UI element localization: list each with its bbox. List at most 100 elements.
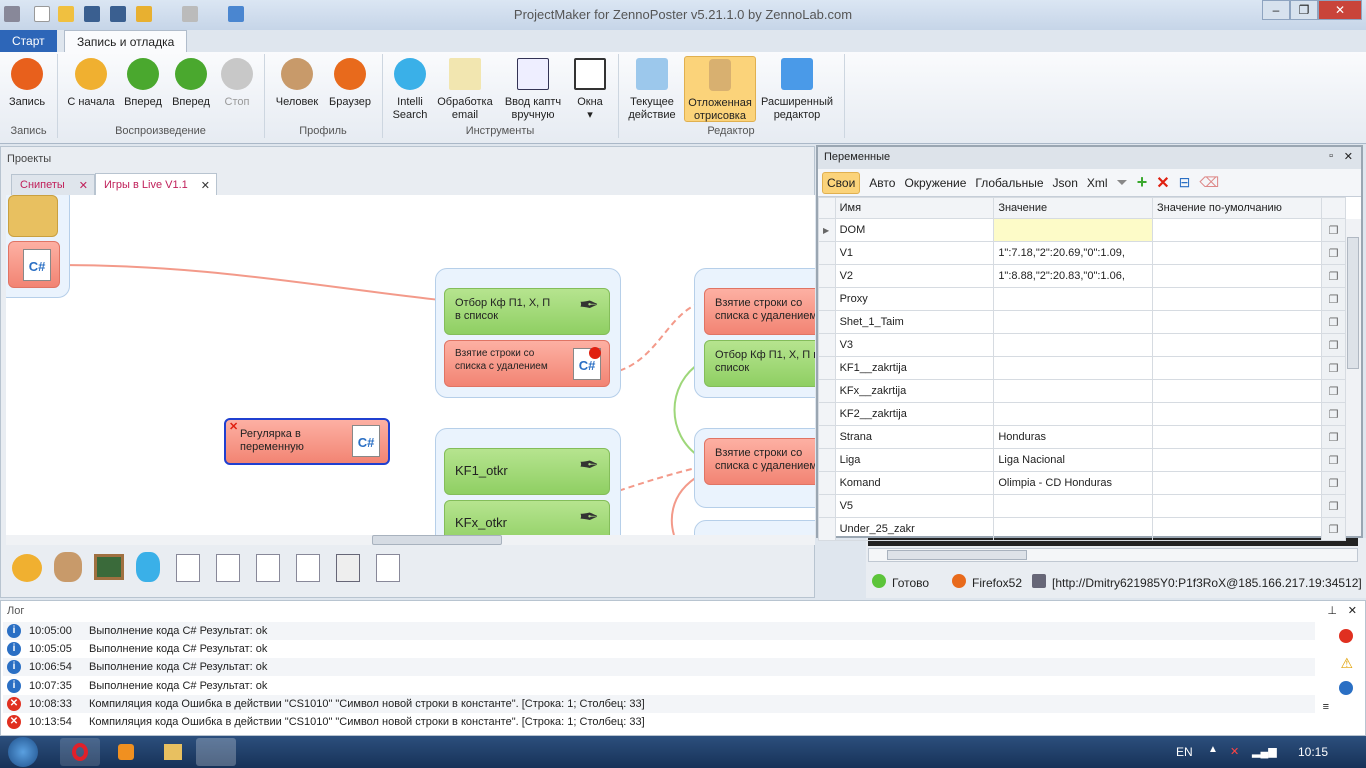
- log-entry[interactable]: i 10:07:35 Выполнение кода C# Результат:…: [3, 677, 1315, 695]
- intelli-icon[interactable]: [136, 552, 160, 582]
- browser-scrollbar[interactable]: [868, 548, 1358, 562]
- captcha-button[interactable]: Ввод каптч вручную: [500, 56, 566, 122]
- list-icon[interactable]: [176, 554, 200, 582]
- copy-icon[interactable]: ❐: [1321, 218, 1346, 242]
- action-node[interactable]: Отбор Кф П1, X, П в список ✒: [444, 288, 610, 335]
- action-node[interactable]: KF1_otkr ✒: [444, 448, 610, 495]
- column-header[interactable]: Значение: [993, 197, 1154, 219]
- column-header[interactable]: Имя: [834, 197, 995, 219]
- variable-row[interactable]: KFx__zakrtija ❐: [818, 379, 1346, 403]
- variable-name[interactable]: DOM: [834, 218, 995, 242]
- variable-value[interactable]: [993, 333, 1154, 357]
- regex-node[interactable]: ✕ Регулярка в переменную C#: [224, 418, 390, 465]
- tab-snippets[interactable]: Снипеты ✕: [11, 174, 95, 196]
- browser-button[interactable]: Браузер: [326, 56, 374, 109]
- settings-gears-icon[interactable]: [12, 554, 42, 582]
- action-node[interactable]: Взятие строки со списка с удалением: [704, 438, 815, 485]
- list-icon[interactable]: [296, 554, 320, 582]
- log-entry[interactable]: i 10:05:00 Выполнение кода C# Результат:…: [3, 622, 1315, 640]
- variable-default[interactable]: [1152, 471, 1323, 495]
- variable-row[interactable]: Komand Olimpia - CD Honduras ❐: [818, 471, 1346, 495]
- variable-default[interactable]: [1152, 241, 1323, 265]
- copy-icon[interactable]: ❐: [1321, 310, 1346, 334]
- action-node[interactable]: Взятие строки со списка с удалением: [704, 288, 815, 335]
- variable-value[interactable]: Olimpia - CD Honduras: [993, 471, 1154, 495]
- copy-icon[interactable]: ❐: [1321, 494, 1346, 518]
- horizontal-scrollbar[interactable]: [6, 535, 815, 545]
- log-entry[interactable]: i 10:05:05 Выполнение кода C# Результат:…: [3, 640, 1315, 658]
- variable-default[interactable]: [1152, 287, 1323, 311]
- log-entry[interactable]: i 10:06:54 Выполнение кода C# Результат:…: [3, 658, 1315, 677]
- variable-default[interactable]: [1152, 356, 1323, 380]
- copy-icon[interactable]: ❐: [1321, 356, 1346, 380]
- tab-xml[interactable]: Xml: [1087, 176, 1108, 190]
- deferred-render-button[interactable]: Отложенная отрисовка: [684, 56, 756, 122]
- variable-row[interactable]: ▶ DOM ❐: [818, 218, 1346, 242]
- close-icon[interactable]: ✕: [79, 179, 88, 192]
- tab-start[interactable]: Старт: [0, 30, 57, 52]
- stop-button[interactable]: Стоп: [218, 56, 256, 109]
- variable-value[interactable]: 1":8.88,"2":20.83,"0":1.06,: [993, 264, 1154, 288]
- eraser-icon[interactable]: ⌫: [1199, 174, 1219, 191]
- current-action-button[interactable]: Текущее действие: [624, 56, 680, 122]
- maximize-icon[interactable]: ▫: [1329, 150, 1333, 162]
- tab-environment[interactable]: Окружение: [904, 176, 966, 190]
- filter-errors-icon[interactable]: [1339, 629, 1353, 643]
- restart-button[interactable]: С начала: [64, 56, 118, 109]
- copy-icon[interactable]: ❐: [1321, 333, 1346, 357]
- taskbar-explorer[interactable]: [164, 744, 182, 760]
- close-icon[interactable]: ✕: [201, 179, 210, 192]
- variable-default[interactable]: [1152, 379, 1323, 403]
- calculator-board-icon[interactable]: [94, 554, 124, 580]
- variable-row[interactable]: V3 ❐: [818, 333, 1346, 357]
- tab-global[interactable]: Глобальные: [975, 176, 1043, 190]
- scrollbar-thumb[interactable]: [1347, 237, 1359, 369]
- menu-icon[interactable]: ≡: [1323, 701, 1329, 713]
- forward-button[interactable]: Вперед: [122, 56, 164, 109]
- variable-value[interactable]: [993, 356, 1154, 380]
- copy-icon[interactable]: ❐: [1321, 241, 1346, 265]
- filter-icon[interactable]: ⏷: [1117, 174, 1128, 191]
- copy-icon[interactable]: ❐: [1321, 379, 1346, 403]
- pin-icon[interactable]: ⊥: [1327, 604, 1337, 617]
- start-button[interactable]: [8, 737, 38, 767]
- taskbar-media-player[interactable]: [118, 744, 134, 760]
- variable-name[interactable]: KF1__zakrtija: [834, 356, 995, 380]
- variable-row[interactable]: Under_25_zakr ❐: [818, 517, 1346, 541]
- variable-name[interactable]: KFx__zakrtija: [834, 379, 995, 403]
- tab-own[interactable]: Свои: [822, 171, 861, 194]
- variable-value[interactable]: Liga Nacional: [993, 448, 1154, 472]
- csharp-node[interactable]: C#: [8, 241, 60, 288]
- variable-row[interactable]: V2 1":8.88,"2":20.83,"0":1.06, ❐: [818, 264, 1346, 288]
- language-indicator[interactable]: EN: [1176, 745, 1193, 759]
- variable-default[interactable]: [1152, 448, 1323, 472]
- scrollbar-thumb[interactable]: [372, 535, 502, 545]
- variable-row[interactable]: V5 ❐: [818, 494, 1346, 518]
- variable-row[interactable]: Shet_1_Taim ❐: [818, 310, 1346, 334]
- variable-name[interactable]: V3: [834, 333, 995, 357]
- add-icon[interactable]: +: [1137, 172, 1148, 193]
- copy-icon[interactable]: ❐: [1321, 425, 1346, 449]
- variable-value[interactable]: Honduras: [993, 425, 1154, 449]
- tab-auto[interactable]: Авто: [869, 176, 895, 190]
- tray-arrow-icon[interactable]: ▲: [1208, 744, 1218, 755]
- variable-name[interactable]: Shet_1_Taim: [834, 310, 995, 334]
- variable-name[interactable]: Strana: [834, 425, 995, 449]
- variable-default[interactable]: [1152, 402, 1323, 426]
- tab-json[interactable]: Json: [1053, 176, 1078, 190]
- filter-warnings-icon[interactable]: ⚠: [1340, 655, 1353, 672]
- copy-icon[interactable]: ❐: [1321, 471, 1346, 495]
- project-canvas[interactable]: C# Отбор Кф П1, X, П в список ✒ Взятие ст…: [6, 195, 815, 535]
- minimize-button[interactable]: –: [1262, 0, 1290, 20]
- variable-value[interactable]: [993, 218, 1154, 242]
- copy-icon[interactable]: ❐: [1321, 287, 1346, 311]
- signal-icon[interactable]: ▂▄▆: [1252, 745, 1277, 758]
- record-button[interactable]: Запись: [4, 56, 50, 109]
- list-icon[interactable]: [216, 554, 240, 582]
- variable-row[interactable]: Proxy ❐: [818, 287, 1346, 311]
- clock[interactable]: 10:15: [1298, 745, 1328, 759]
- network-icon[interactable]: ✕: [1230, 745, 1239, 758]
- copy-icon[interactable]: ❐: [1321, 264, 1346, 288]
- variable-default[interactable]: [1152, 425, 1323, 449]
- variable-value[interactable]: [993, 402, 1154, 426]
